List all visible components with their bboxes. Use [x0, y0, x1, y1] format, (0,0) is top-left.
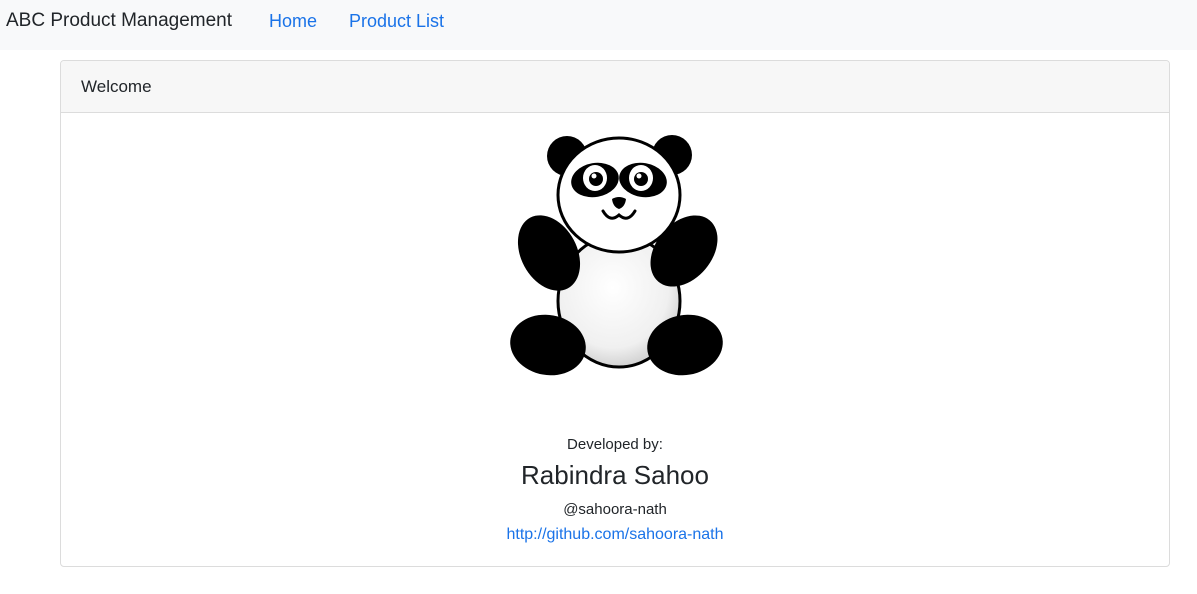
panda-illustration	[510, 135, 723, 376]
developer-handle: @sahoora-nath	[563, 501, 667, 518]
welcome-card: Welcome Developed by: Rabindra Sahoo @sa…	[60, 60, 1170, 567]
card-header: Welcome	[61, 61, 1169, 113]
github-link[interactable]: http://github.com/sahoora-nath	[506, 526, 723, 543]
nav-link-home[interactable]: Home	[269, 10, 317, 32]
card-title: Welcome	[81, 76, 152, 96]
panda-head	[556, 136, 682, 254]
top-navbar: ABC Product Management Home Product List	[0, 0, 1197, 50]
nav-link-product-list[interactable]: Product List	[349, 10, 444, 32]
developer-name: Rabindra Sahoo	[521, 460, 709, 490]
navbar-brand[interactable]: ABC Product Management	[6, 10, 232, 32]
developer-link-row: http://github.com/sahoora-nath	[61, 525, 1169, 545]
developed-by-label: Developed by:	[567, 436, 663, 453]
